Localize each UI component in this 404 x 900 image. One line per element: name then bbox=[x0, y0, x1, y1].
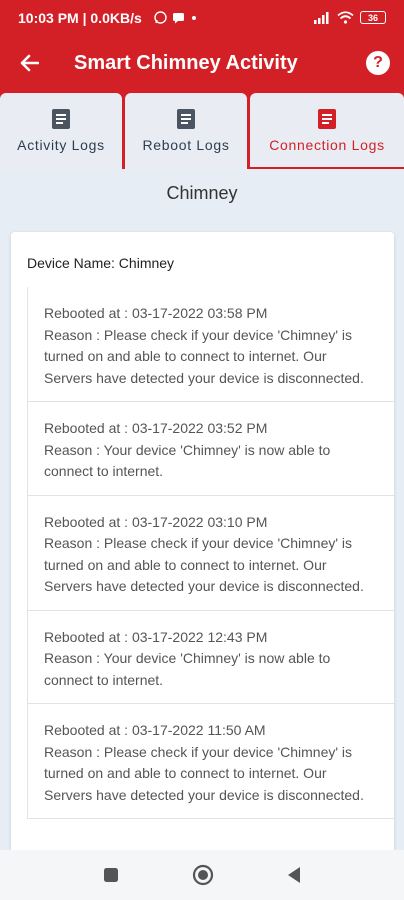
tab-activity-logs[interactable]: Activity Logs bbox=[0, 93, 122, 169]
document-icon bbox=[318, 109, 336, 129]
log-reason: Reason : Please check if your device 'Ch… bbox=[44, 743, 364, 803]
back-button[interactable] bbox=[0, 35, 58, 91]
tab-connection-logs[interactable]: Connection Logs bbox=[250, 93, 404, 169]
status-time: 10:03 PM | 0.0KB/s bbox=[18, 9, 142, 26]
log-reason: Reason : Please check if your device 'Ch… bbox=[44, 535, 364, 594]
log-reason: Reason : Please check if your device 'Ch… bbox=[44, 326, 364, 386]
log-rebooted-at: Rebooted at : 03-17-2022 12:43 PM bbox=[44, 628, 268, 645]
log-reason: Reason : Your device 'Chimney' is now ab… bbox=[44, 441, 331, 480]
document-icon bbox=[177, 109, 195, 129]
help-button[interactable]: ? bbox=[366, 51, 390, 75]
help-icon: ? bbox=[373, 54, 383, 71]
dot-icon bbox=[191, 15, 196, 20]
wifi-icon bbox=[337, 11, 354, 24]
status-right: 36 bbox=[313, 11, 386, 24]
log-list: Rebooted at : 03-17-2022 03:58 PM Reason… bbox=[27, 287, 394, 819]
device-name: Device Name: Chimney bbox=[27, 255, 175, 271]
battery-icon: 36 bbox=[360, 11, 386, 24]
tab-label: Activity Logs bbox=[17, 137, 105, 153]
log-rebooted-at: Rebooted at : 03-17-2022 03:10 PM bbox=[44, 513, 268, 530]
log-rebooted-at: Rebooted at : 03-17-2022 11:50 AM bbox=[44, 722, 266, 738]
list-item: Rebooted at : 03-17-2022 12:43 PM Reason… bbox=[27, 610, 394, 704]
log-rebooted-at: Rebooted at : 03-17-2022 03:52 PM bbox=[44, 420, 268, 436]
connection-logs-card: Device Name: Chimney Rebooted at : 03-17… bbox=[11, 232, 394, 872]
list-item: Rebooted at : 03-17-2022 03:52 PM Reason… bbox=[27, 402, 394, 496]
log-reason: Reason : Your device 'Chimney' is now ab… bbox=[44, 650, 331, 688]
system-nav-bar bbox=[0, 850, 404, 900]
section-title: Chimney bbox=[166, 183, 238, 203]
home-icon[interactable] bbox=[192, 864, 214, 886]
document-icon bbox=[52, 109, 70, 129]
signal-icon bbox=[314, 11, 329, 24]
tab-reboot-logs[interactable]: Reboot Logs bbox=[125, 93, 247, 169]
list-item: Rebooted at : 03-17-2022 03:58 PM Reason… bbox=[27, 287, 394, 402]
recent-apps-icon[interactable] bbox=[102, 866, 120, 884]
whatsapp-icon bbox=[154, 11, 167, 24]
page-title: Smart Chimney Activity bbox=[74, 51, 298, 74]
tab-label: Connection Logs bbox=[269, 137, 385, 153]
arrow-left-icon bbox=[20, 54, 39, 72]
list-item: Rebooted at : 03-17-2022 03:10 PM Reason… bbox=[27, 495, 394, 611]
message-icon bbox=[172, 12, 184, 23]
tab-bar: Activity Logs Reboot Logs Connection Log… bbox=[0, 91, 404, 169]
status-left: 10:03 PM | 0.0KB/s bbox=[18, 10, 198, 26]
list-item: Rebooted at : 03-17-2022 11:50 AM Reason… bbox=[27, 704, 394, 819]
back-triangle-icon[interactable] bbox=[286, 866, 302, 884]
notification-icons bbox=[154, 11, 198, 24]
log-rebooted-at: Rebooted at : 03-17-2022 03:58 PM bbox=[44, 305, 268, 321]
status-bar: 10:03 PM | 0.0KB/s 36 bbox=[0, 0, 404, 35]
tab-label: Reboot Logs bbox=[142, 137, 230, 153]
app-bar: Smart Chimney Activity ? bbox=[0, 35, 404, 91]
